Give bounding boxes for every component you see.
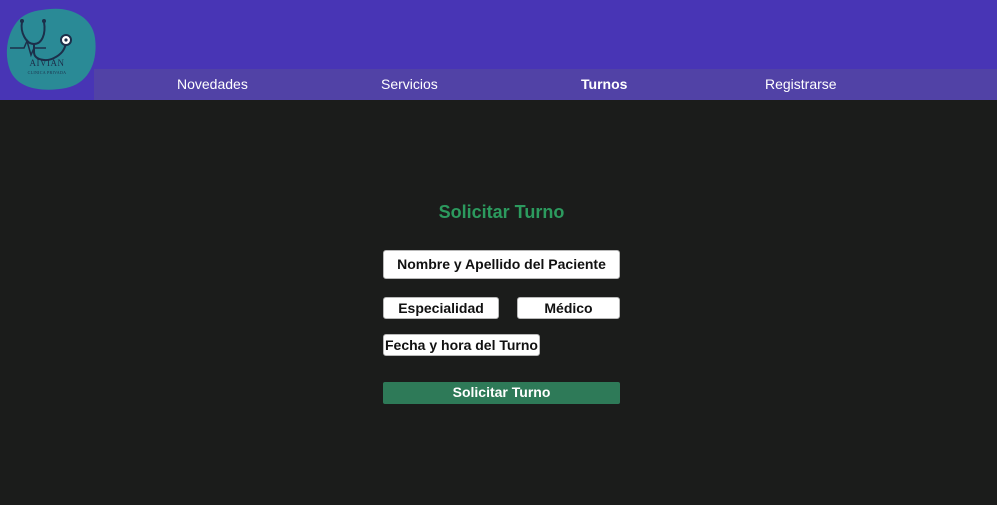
submit-appointment-button[interactable]: Solicitar Turno <box>383 382 620 404</box>
clinic-name: AIVIAN <box>29 58 65 68</box>
nav-item-servicios[interactable]: Servicios <box>381 69 438 100</box>
clinic-logo[interactable]: AIVIAN CLINICA PRIVADA <box>6 8 96 90</box>
clinic-subtitle: CLINICA PRIVADA <box>27 70 67 75</box>
main-navigation: Novedades Servicios Turnos Registrarse <box>94 69 997 100</box>
patient-name-field[interactable]: Nombre y Apellido del Paciente <box>383 250 620 279</box>
nav-item-registrarse[interactable]: Registrarse <box>765 69 837 100</box>
form-title: Solicitar Turno <box>438 202 565 222</box>
doctor-field[interactable]: Médico <box>517 297 620 319</box>
specialty-field[interactable]: Especialidad <box>383 297 499 319</box>
nav-item-novedades[interactable]: Novedades <box>177 69 248 100</box>
site-header: AIVIAN CLINICA PRIVADA Novedades Servici… <box>0 0 997 100</box>
stethoscope-logo-icon <box>6 8 96 90</box>
datetime-field[interactable]: Fecha y hora del Turno <box>383 334 540 356</box>
nav-item-turnos[interactable]: Turnos <box>581 69 627 100</box>
